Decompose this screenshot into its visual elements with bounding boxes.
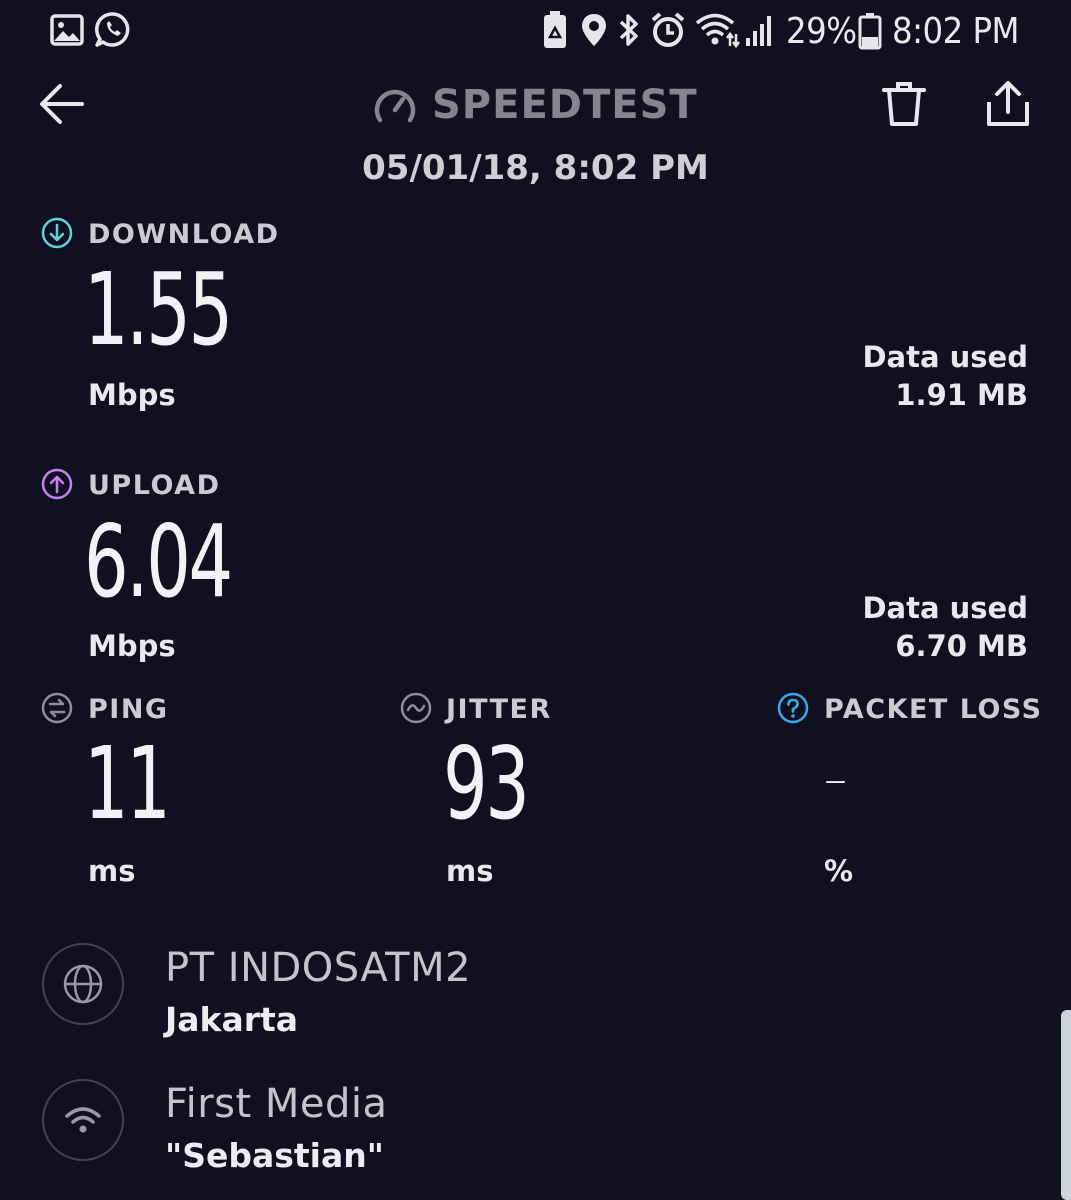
- download-arrow-icon: [41, 217, 73, 249]
- wifi-icon: [695, 13, 740, 48]
- jitter-value: 93: [443, 725, 530, 842]
- jitter-unit: ms: [446, 854, 494, 888]
- download-data-used-value: 1.91 MB: [895, 378, 1028, 412]
- jitter-label: JITTER: [446, 694, 552, 725]
- upload-data-used: Data used 6.70 MB: [862, 589, 1028, 665]
- app-title: SPEEDTEST: [372, 82, 698, 128]
- battery-percent: 29%: [786, 11, 857, 52]
- battery-icon: [858, 13, 882, 50]
- download-data-used: Data used 1.91 MB: [862, 338, 1028, 414]
- server-name: PT INDOSATM2: [165, 945, 472, 991]
- upload-data-used-value: 6.70 MB: [895, 629, 1028, 663]
- alarm-icon: [651, 12, 685, 47]
- connection-provider: First Media: [165, 1081, 388, 1127]
- wifi-icon: [65, 1107, 101, 1133]
- gallery-icon: [50, 14, 84, 46]
- download-unit: Mbps: [88, 378, 176, 412]
- upload-value: 6.04: [84, 503, 233, 620]
- bluetooth-icon: [619, 14, 638, 46]
- ping-value: 11: [84, 725, 171, 842]
- connection-icon-circle: [42, 1079, 124, 1161]
- back-arrow-icon[interactable]: [38, 82, 86, 126]
- ping-unit: ms: [88, 854, 136, 888]
- download-label: DOWNLOAD: [88, 219, 280, 250]
- speedometer-icon: [374, 89, 416, 123]
- upload-label: UPLOAD: [88, 470, 221, 501]
- help-icon[interactable]: [777, 692, 809, 724]
- packet-loss-label: PACKET LOSS: [824, 694, 1043, 725]
- test-date: 05/01/18, 8:02 PM: [362, 148, 709, 188]
- signal-icon: [746, 16, 771, 46]
- share-icon[interactable]: [984, 80, 1032, 128]
- upload-unit: Mbps: [88, 629, 176, 663]
- scrollbar[interactable]: [1061, 1010, 1071, 1200]
- server-location: Jakarta: [165, 1000, 299, 1039]
- upload-arrow-icon: [41, 468, 73, 500]
- server-icon-circle: [42, 943, 124, 1025]
- packet-loss-unit: %: [824, 854, 854, 888]
- clock: 8:02 PM: [892, 11, 1019, 52]
- title-text: SPEEDTEST: [432, 82, 698, 128]
- recycle-battery-icon: [544, 11, 566, 48]
- connection-ssid: "Sebastian": [165, 1136, 384, 1175]
- globe-icon: [63, 964, 103, 1004]
- packet-loss-value: –: [824, 752, 847, 806]
- ping-label: PING: [88, 694, 169, 725]
- upload-data-used-label: Data used: [862, 591, 1028, 625]
- whatsapp-icon: [94, 12, 130, 47]
- jitter-icon: [400, 692, 432, 724]
- trash-icon[interactable]: [880, 80, 928, 128]
- download-value: 1.55: [84, 251, 233, 368]
- download-data-used-label: Data used: [862, 340, 1028, 374]
- ping-icon: [41, 692, 73, 724]
- location-icon: [582, 14, 606, 46]
